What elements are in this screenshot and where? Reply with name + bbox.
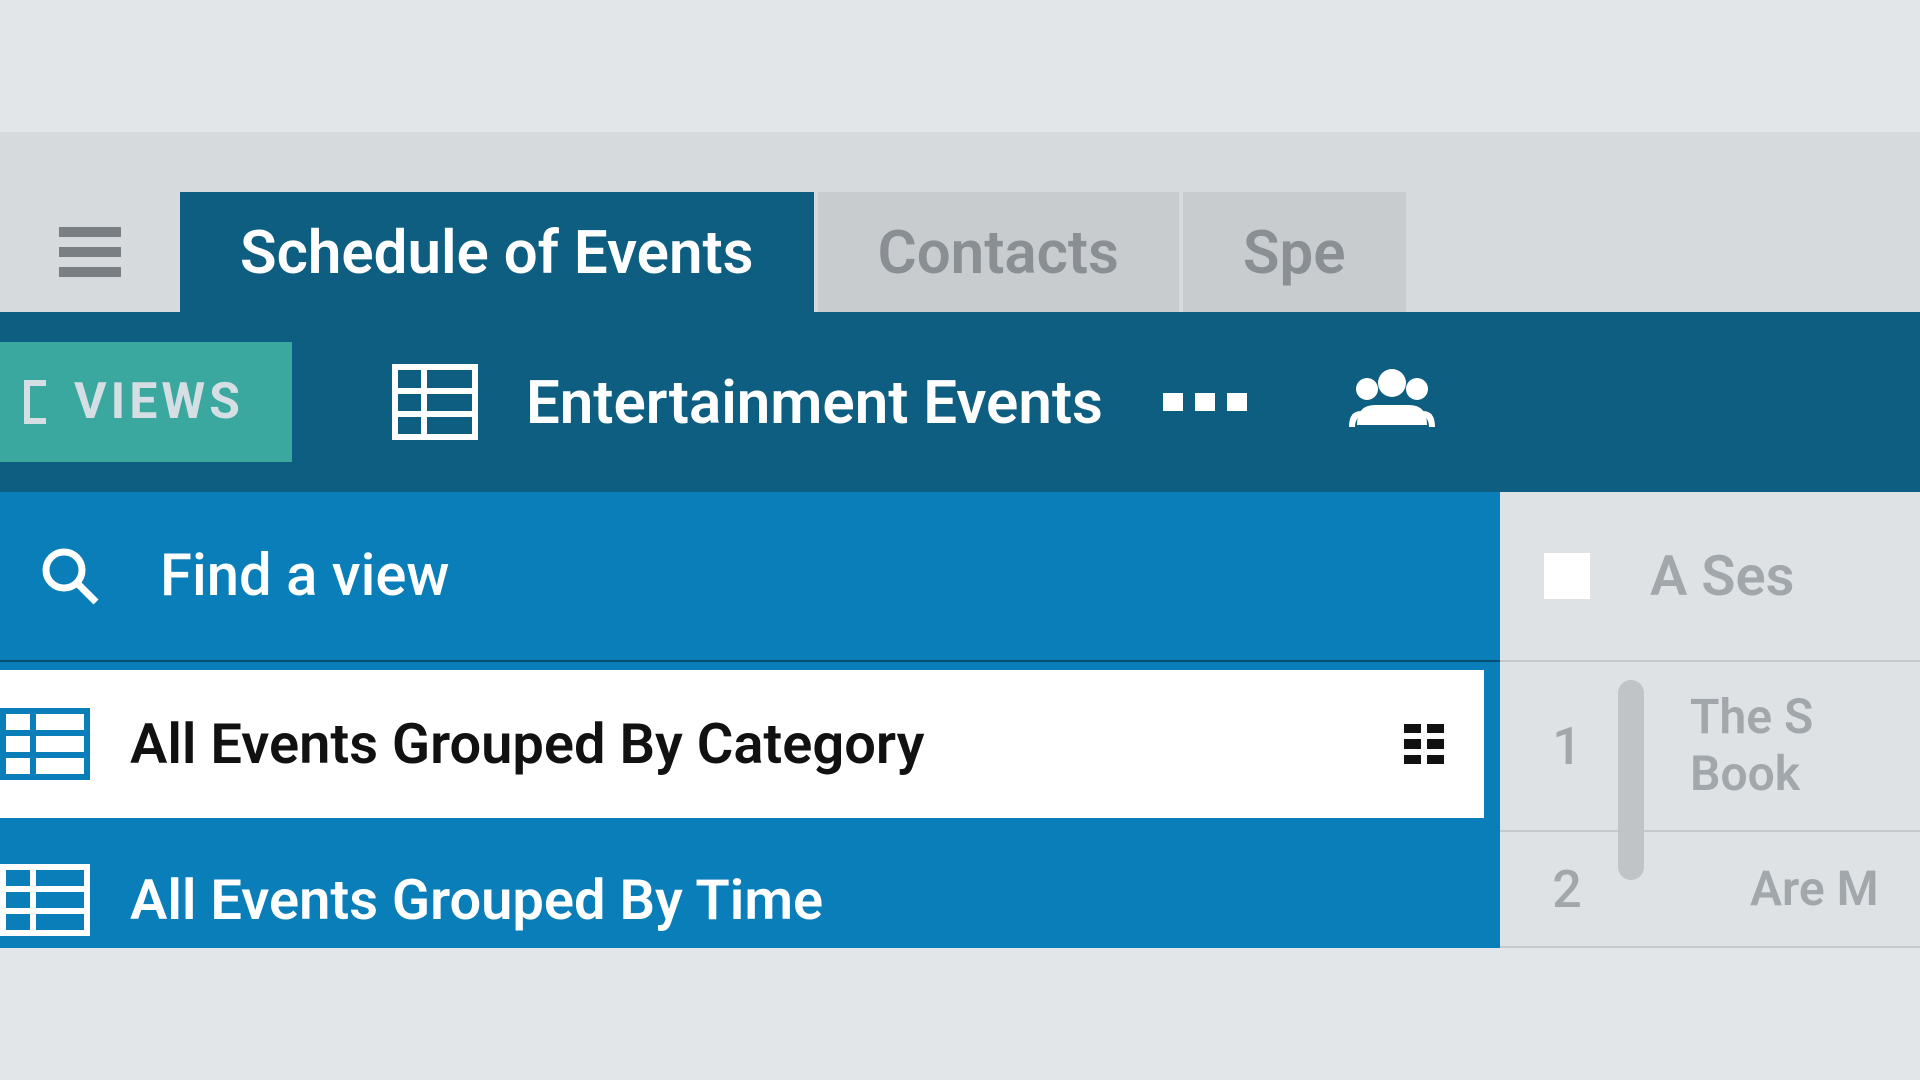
views-toggle-button[interactable]: VIEWS	[0, 342, 292, 462]
view-item-label: All Events Grouped By Time	[130, 867, 823, 933]
table-row[interactable]: 1 The S Book	[1500, 662, 1920, 832]
grid-view-icon	[0, 864, 90, 936]
view-toolbar: VIEWS Entertainment Events	[0, 312, 1920, 492]
views-panel: Find a view All Events Grouped By Catego…	[0, 492, 1500, 948]
row-number: 2	[1544, 859, 1590, 920]
row-number: 1	[1544, 716, 1590, 777]
hamburger-icon	[59, 227, 121, 277]
collaborators-button[interactable]	[1347, 365, 1437, 439]
cell-text: Are M	[1750, 863, 1879, 916]
tab-speakers[interactable]: Spe	[1183, 192, 1406, 312]
tab-contacts[interactable]: Contacts	[818, 192, 1179, 312]
current-view-name[interactable]: Entertainment Events	[526, 367, 1103, 438]
app-window: Schedule of Events Contacts Spe VIEWS En…	[0, 132, 1920, 948]
table-row[interactable]: 2 Are M	[1500, 832, 1920, 948]
select-all-checkbox[interactable]	[1544, 553, 1590, 599]
tab-bar: Schedule of Events Contacts Spe	[0, 192, 1920, 312]
cell-text: The S	[1690, 691, 1813, 744]
views-label: VIEWS	[74, 373, 244, 431]
search-icon	[40, 546, 100, 606]
grid-view-icon	[0, 708, 90, 780]
cell-text: Book	[1690, 748, 1813, 801]
tab-schedule-of-events[interactable]: Schedule of Events	[180, 192, 814, 312]
search-placeholder: Find a view	[160, 542, 449, 610]
data-grid: A Ses 1 The S Book 2 Are M	[1500, 492, 1920, 948]
panel-icon	[24, 380, 46, 424]
hamburger-menu-button[interactable]	[0, 192, 180, 312]
more-options-button[interactable]	[1163, 393, 1247, 411]
drag-handle-icon[interactable]	[1404, 724, 1444, 764]
data-grid-header: A Ses	[1500, 492, 1920, 662]
view-item-label: All Events Grouped By Category	[130, 711, 924, 777]
grid-view-icon	[392, 364, 478, 440]
view-item-all-events-by-category[interactable]: All Events Grouped By Category	[0, 670, 1484, 818]
find-view-search[interactable]: Find a view	[0, 492, 1500, 662]
view-item-all-events-by-time[interactable]: All Events Grouped By Time	[0, 826, 1500, 948]
header-cell: A Ses	[1650, 543, 1794, 609]
